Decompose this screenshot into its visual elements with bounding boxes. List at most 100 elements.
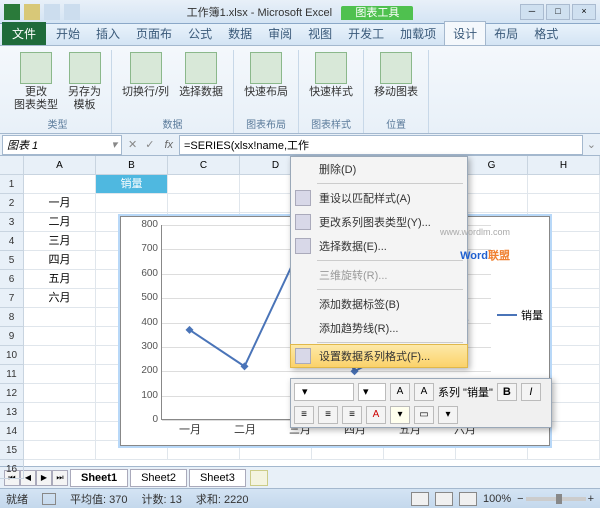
- zoom-level[interactable]: 100%: [483, 493, 511, 505]
- more-icon[interactable]: ▾: [438, 406, 458, 424]
- fx-icon[interactable]: fx: [164, 139, 173, 151]
- cell[interactable]: [24, 403, 96, 422]
- record-macro-icon[interactable]: [42, 493, 56, 505]
- cell[interactable]: [96, 194, 168, 213]
- row-header[interactable]: 9: [0, 327, 24, 346]
- file-tab[interactable]: 文件: [2, 22, 46, 45]
- tab-2[interactable]: 页面布: [128, 22, 180, 45]
- row-header[interactable]: 2: [0, 194, 24, 213]
- next-sheet-icon[interactable]: ▶: [36, 470, 52, 486]
- cell[interactable]: [528, 194, 600, 213]
- row-header[interactable]: 14: [0, 422, 24, 441]
- formula-bar[interactable]: =SERIES(xlsx!name,工作: [179, 135, 583, 155]
- fill-color-icon[interactable]: ▾: [390, 406, 410, 424]
- font-color-icon[interactable]: A: [366, 406, 386, 424]
- italic-icon[interactable]: I: [521, 383, 541, 401]
- border-icon[interactable]: ▭: [414, 406, 434, 424]
- tab-5[interactable]: 审阅: [260, 22, 300, 45]
- row-header[interactable]: 7: [0, 289, 24, 308]
- menu-item[interactable]: 设置数据系列格式(F)...: [290, 344, 468, 368]
- cell[interactable]: 一月: [24, 194, 96, 213]
- col-header[interactable]: H: [528, 156, 600, 175]
- chart-legend[interactable]: 销量: [497, 307, 543, 323]
- cell[interactable]: [24, 175, 96, 194]
- row-header[interactable]: 1: [0, 175, 24, 194]
- cell[interactable]: [168, 194, 240, 213]
- ribbon-button[interactable]: 另存为模板: [64, 50, 105, 114]
- col-header[interactable]: C: [168, 156, 240, 175]
- cell[interactable]: 四月: [24, 251, 96, 270]
- cell[interactable]: [24, 384, 96, 403]
- cell[interactable]: [168, 175, 240, 194]
- menu-item[interactable]: 重设以匹配样式(A): [291, 186, 467, 210]
- tab-9[interactable]: 设计: [444, 21, 486, 45]
- page-break-view-icon[interactable]: [459, 492, 477, 506]
- cancel-icon[interactable]: ✕: [128, 138, 137, 151]
- sheet-tab[interactable]: Sheet2: [130, 469, 187, 487]
- tab-10[interactable]: 布局: [486, 22, 526, 45]
- bold-icon[interactable]: B: [497, 383, 517, 401]
- row-header[interactable]: 6: [0, 270, 24, 289]
- page-layout-view-icon[interactable]: [435, 492, 453, 506]
- undo-icon[interactable]: [44, 4, 60, 20]
- ribbon-button[interactable]: 选择数据: [175, 50, 227, 114]
- cell[interactable]: 三月: [24, 232, 96, 251]
- menu-item[interactable]: 选择数据(E)...: [291, 234, 467, 258]
- new-sheet-icon[interactable]: [250, 470, 268, 486]
- tab-6[interactable]: 视图: [300, 22, 340, 45]
- tab-3[interactable]: 公式: [180, 22, 220, 45]
- align-right-icon[interactable]: ≡: [342, 406, 362, 424]
- grow-font-icon[interactable]: A: [390, 383, 410, 401]
- ribbon-button[interactable]: 快速布局: [240, 50, 292, 114]
- row-header[interactable]: 15: [0, 441, 24, 460]
- row-header[interactable]: 12: [0, 384, 24, 403]
- maximize-button[interactable]: □: [546, 4, 570, 20]
- menu-item[interactable]: 添加数据标签(B): [291, 292, 467, 316]
- menu-item[interactable]: 删除(D): [291, 157, 467, 181]
- expand-formula-icon[interactable]: ⌄: [583, 138, 600, 151]
- cell[interactable]: 销量: [96, 175, 168, 194]
- ribbon-button[interactable]: 切换行/列: [118, 50, 173, 114]
- select-all-corner[interactable]: [0, 156, 24, 175]
- col-header[interactable]: B: [96, 156, 168, 175]
- cell[interactable]: [24, 327, 96, 346]
- font-family-field[interactable]: ▾: [294, 383, 354, 401]
- align-center-icon[interactable]: ≡: [318, 406, 338, 424]
- zoom-in-icon[interactable]: +: [588, 493, 594, 505]
- cell[interactable]: [24, 365, 96, 384]
- row-header[interactable]: 8: [0, 308, 24, 327]
- zoom-slider[interactable]: − +: [517, 493, 594, 505]
- row-header[interactable]: 3: [0, 213, 24, 232]
- shrink-font-icon[interactable]: A: [414, 383, 434, 401]
- tab-8[interactable]: 加载项: [392, 22, 444, 45]
- enter-icon[interactable]: ✓: [145, 138, 154, 151]
- cell[interactable]: [528, 175, 600, 194]
- sheet-tab[interactable]: Sheet3: [189, 469, 246, 487]
- row-header[interactable]: 10: [0, 346, 24, 365]
- cell[interactable]: [24, 422, 96, 441]
- zoom-out-icon[interactable]: −: [517, 493, 523, 505]
- cell[interactable]: [24, 441, 96, 460]
- sheet-tab[interactable]: Sheet1: [70, 469, 128, 487]
- tab-4[interactable]: 数据: [220, 22, 260, 45]
- row-header[interactable]: 11: [0, 365, 24, 384]
- last-sheet-icon[interactable]: ⏭: [52, 470, 68, 486]
- tab-0[interactable]: 开始: [48, 22, 88, 45]
- font-size-field[interactable]: ▾: [358, 383, 386, 401]
- cell[interactable]: 五月: [24, 270, 96, 289]
- row-header[interactable]: 4: [0, 232, 24, 251]
- tab-1[interactable]: 插入: [88, 22, 128, 45]
- name-box[interactable]: 图表 1▾: [2, 135, 122, 155]
- row-header[interactable]: 16: [0, 460, 24, 479]
- normal-view-icon[interactable]: [411, 492, 429, 506]
- cell[interactable]: 六月: [24, 289, 96, 308]
- cell[interactable]: [24, 308, 96, 327]
- tab-11[interactable]: 格式: [526, 22, 566, 45]
- redo-icon[interactable]: [64, 4, 80, 20]
- cell[interactable]: [24, 346, 96, 365]
- save-icon[interactable]: [24, 4, 40, 20]
- tab-7[interactable]: 开发工: [340, 22, 392, 45]
- align-left-icon[interactable]: ≡: [294, 406, 314, 424]
- ribbon-button[interactable]: 移动图表: [370, 50, 422, 114]
- cell[interactable]: 二月: [24, 213, 96, 232]
